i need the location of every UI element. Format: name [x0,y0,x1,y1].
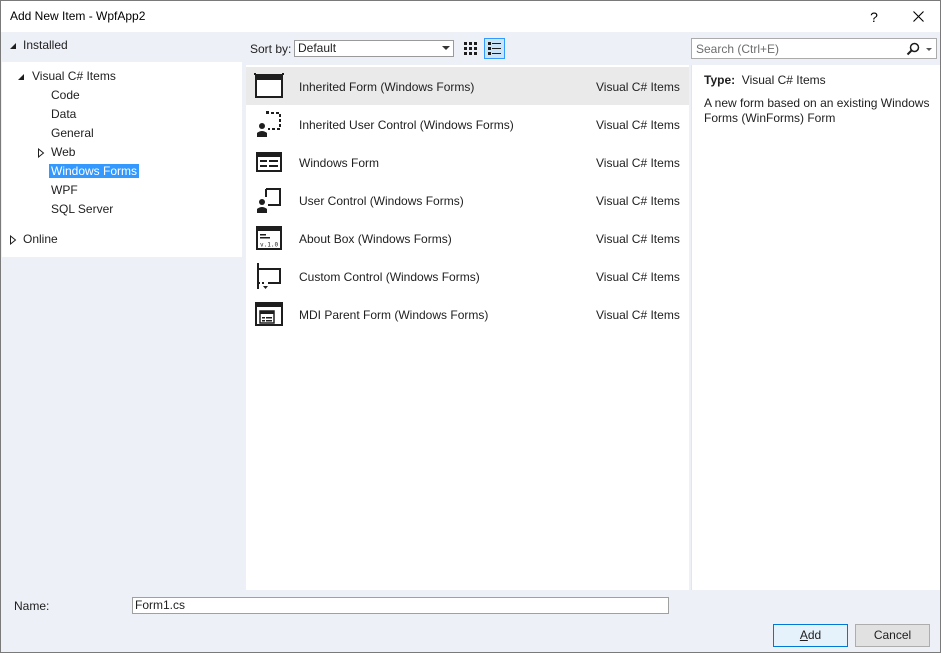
search-icon[interactable] [906,42,920,56]
item-category: Visual C# Items [596,232,680,246]
tree-item-label: Code [51,88,80,102]
small-icons-view-button[interactable] [460,38,481,59]
sort-by-dropdown[interactable]: Default [294,40,454,57]
item-category: Visual C# Items [596,194,680,208]
item-description: A new form based on an existing Windows … [704,96,930,125]
item-name: Inherited User Control (Windows Forms) [299,118,514,132]
name-field[interactable]: Form1.cs [132,597,669,614]
tree-item-visual-csharp[interactable]: Visual C# Items [16,67,118,86]
tree-item-web[interactable]: Web [36,143,77,162]
tree-item-label: Visual C# Items [32,69,116,83]
details-panel: Type: Visual C# Items A new form based o… [691,65,940,590]
sort-by-value: Default [298,41,337,55]
cancel-button[interactable]: Cancel [855,624,930,647]
list-view-button[interactable] [484,38,505,59]
windows-form-icon [256,152,282,172]
type-value: Visual C# Items [741,73,826,87]
installed-panel: Visual C# Items Code Data General Web Wi… [2,62,242,257]
template-tree: Installed Visual C# Items Code Data Gene… [2,32,242,589]
tree-item-label: WPF [51,183,78,197]
list-item-about-box[interactable]: v.1.0 About Box (Windows Forms) Visual C… [246,219,689,257]
mdi-parent-form-icon [255,302,283,326]
help-icon: ? [870,8,878,25]
search-input[interactable]: Search (Ctrl+E) [696,42,779,56]
chevron-down-icon [442,46,450,50]
list-item-windows-form[interactable]: Windows Form Visual C# Items [246,143,689,181]
tree-item-installed[interactable]: Installed [8,36,70,55]
title-bar: Add New Item - WpfApp2 ? [1,1,940,32]
add-button-label: dd [807,628,822,642]
tree-item-label: Data [51,107,77,121]
type-label: Type: [704,73,736,87]
item-name: Inherited Form (Windows Forms) [299,80,475,94]
item-name: User Control (Windows Forms) [299,194,464,208]
sort-by-label: Sort by: [250,42,292,56]
tree-item-label: General [51,126,94,140]
window-title: Add New Item - WpfApp2 [10,9,146,23]
tree-item-code[interactable]: Code [49,86,82,105]
user-control-icon [257,188,281,213]
expanded-arrow-icon [10,43,16,49]
template-list: Inherited Form (Windows Forms) Visual C#… [246,65,689,590]
list-view-icon [488,42,501,55]
item-name: MDI Parent Form (Windows Forms) [299,308,489,322]
tree-item-label: Windows Forms [49,164,140,178]
item-category: Visual C# Items [596,156,680,170]
search-box[interactable]: Search (Ctrl+E) [691,38,937,59]
name-label: Name: [14,599,50,613]
tree-item-sql-server[interactable]: SQL Server [49,200,115,219]
search-options-chevron-icon[interactable] [926,48,932,51]
tree-item-wpf[interactable]: WPF [49,181,80,200]
item-name: Windows Form [299,156,380,170]
item-category: Visual C# Items [596,80,680,94]
tree-item-label: SQL Server [51,202,114,216]
add-button-access-key: A [799,628,808,642]
collapsed-arrow-icon [38,148,45,158]
list-item-inherited-user-control[interactable]: Inherited User Control (Windows Forms) V… [246,105,689,143]
list-item-custom-control[interactable]: Custom Control (Windows Forms) Visual C#… [246,257,689,295]
tree-item-data[interactable]: Data [49,105,78,124]
about-box-icon: v.1.0 [256,226,282,250]
item-name: About Box (Windows Forms) [299,232,452,246]
tree-item-label: Online [23,232,58,246]
type-row: Type: Visual C# Items [704,73,826,87]
tree-item-label: Installed [23,38,68,52]
close-button[interactable] [897,1,939,32]
item-name: Custom Control (Windows Forms) [299,270,480,284]
tree-item-general[interactable]: General [49,124,96,143]
close-icon [912,11,924,22]
item-category: Visual C# Items [596,118,680,132]
tree-item-windows-forms[interactable]: Windows Forms [49,162,140,181]
inherited-user-control-icon [257,111,281,137]
list-item-mdi-parent-form[interactable]: MDI Parent Form (Windows Forms) Visual C… [246,295,689,333]
help-button[interactable]: ? [853,1,895,32]
tree-item-label: Web [51,145,76,159]
custom-control-icon [257,263,281,289]
collapsed-arrow-icon [10,235,17,245]
add-button[interactable]: Add [773,624,848,647]
inherited-form-icon [254,73,284,98]
item-category: Visual C# Items [596,308,680,322]
grid-view-icon [464,42,477,55]
expanded-arrow-icon [18,74,24,80]
list-item-inherited-form[interactable]: Inherited Form (Windows Forms) Visual C#… [246,67,689,105]
item-category: Visual C# Items [596,270,680,284]
tree-item-online[interactable]: Online [8,230,60,249]
list-item-user-control[interactable]: User Control (Windows Forms) Visual C# I… [246,181,689,219]
about-box-icon-text: v.1.0 [260,242,278,249]
add-new-item-dialog: Add New Item - WpfApp2 ? Installed Visua… [0,0,941,653]
